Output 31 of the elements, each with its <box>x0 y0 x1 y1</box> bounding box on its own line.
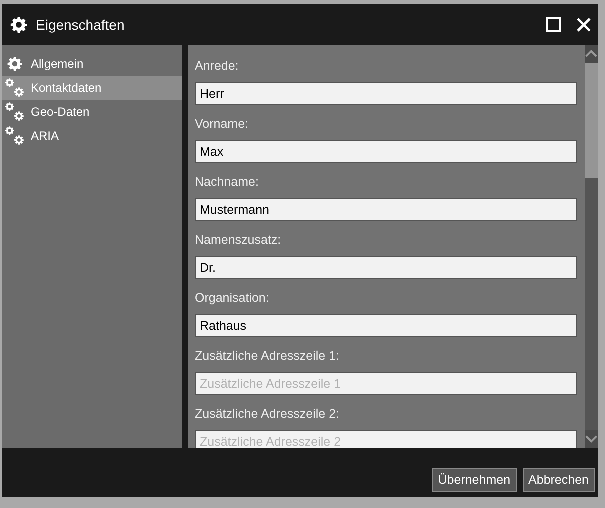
input-field[interactable]: Herr <box>195 82 577 105</box>
input-field[interactable]: Dr. <box>195 256 577 279</box>
input-field[interactable]: Rathaus <box>195 314 577 337</box>
field-label: Organisation: <box>195 290 270 307</box>
gears-icon <box>5 102 25 122</box>
dialog-button[interactable]: Übernehmen <box>432 468 517 492</box>
field-label: Nachname: <box>195 174 260 191</box>
field-label: Vorname: <box>195 116 250 133</box>
field-label: Zusätzliche Adresszeile 1: <box>195 348 341 365</box>
gears-icon <box>5 126 25 146</box>
dialog-button[interactable]: Abbrechen <box>522 468 595 492</box>
sidebar-item[interactable]: Geo-Daten <box>2 100 182 124</box>
field-label: Anrede: <box>195 58 240 75</box>
gear-icon <box>10 16 28 34</box>
close-icon[interactable] <box>576 16 592 32</box>
gear-icon <box>5 54 25 74</box>
input-field[interactable]: Zusätzliche Adresszeile 1 <box>195 372 577 395</box>
input-field[interactable]: Zusätzliche Adresszeile 2 <box>195 430 577 448</box>
scroll-thumb[interactable] <box>585 63 598 178</box>
sidebar-item[interactable]: Allgemein <box>2 52 182 76</box>
maximize-icon[interactable] <box>546 16 562 32</box>
input-field[interactable]: Max <box>195 140 577 163</box>
scroll-down-icon[interactable] <box>585 430 598 448</box>
field-label: Zusätzliche Adresszeile 2: <box>195 406 341 423</box>
window-title: Eigenschaften <box>36 16 126 32</box>
sidebar-item[interactable]: ARIA <box>2 124 182 148</box>
input-field[interactable]: Mustermann <box>195 198 577 221</box>
field-label: Namenszusatz: <box>195 232 282 249</box>
scroll-up-icon[interactable] <box>585 45 598 63</box>
gears-icon <box>5 78 25 98</box>
scrollbar[interactable] <box>585 45 598 448</box>
